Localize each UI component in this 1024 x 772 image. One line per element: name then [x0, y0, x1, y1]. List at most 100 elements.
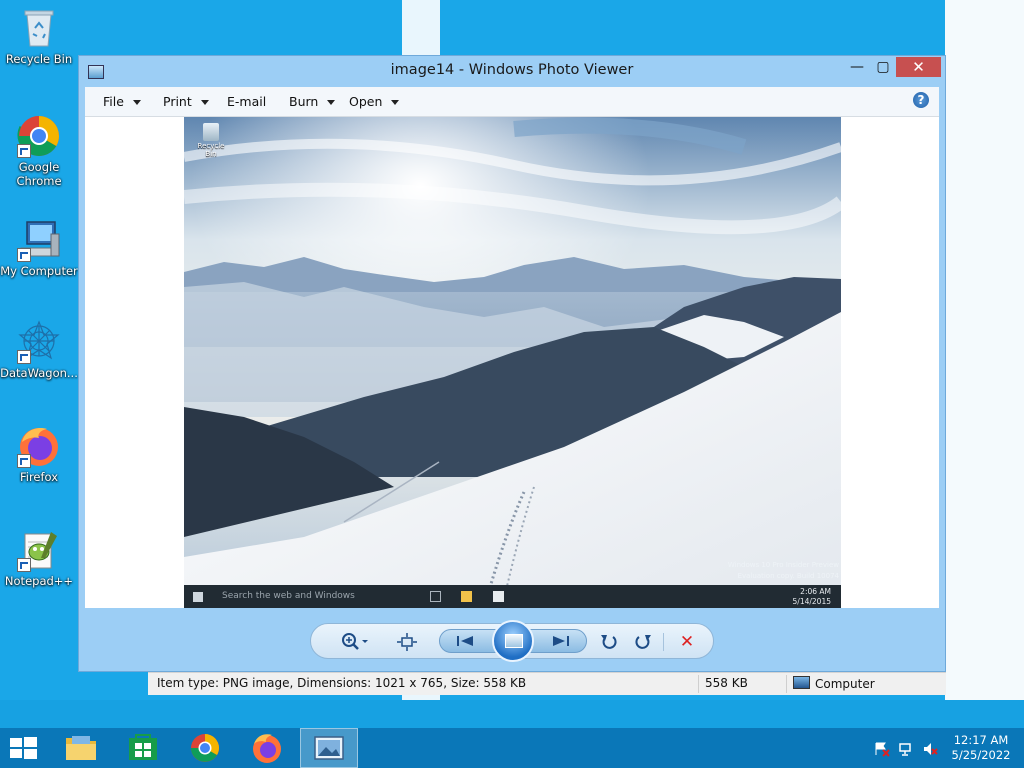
close-button[interactable]: ✕ [896, 57, 941, 77]
windows-logo-icon [10, 738, 22, 747]
photo-recycle-bin: Recycle Bin [194, 123, 228, 158]
menu-burn[interactable]: Burn [289, 94, 336, 109]
actual-size-icon[interactable] [395, 632, 419, 652]
status-file-size: 558 KB [705, 676, 748, 690]
minimize-button[interactable]: — [844, 57, 870, 77]
taskbar-firefox[interactable] [238, 728, 296, 768]
notepadpp-icon [17, 528, 61, 572]
menu-label: Print [163, 94, 192, 109]
desktop-icon-notepadpp[interactable]: Notepad++ [0, 528, 78, 588]
window-title: image14 - Windows Photo Viewer [390, 62, 634, 78]
watermark-line: Windows 10 Pro Insider Preview [727, 561, 839, 569]
displayed-photo: Recycle Bin Windows 10 Pro Insider Previ… [184, 117, 841, 608]
photo-clock-date: 5/14/2015 [792, 597, 831, 606]
wallpaper-edge [945, 0, 1024, 728]
rotate-clockwise-icon[interactable] [631, 632, 655, 652]
menu-label: E-mail [227, 94, 267, 109]
taskbar: 12:17 AM 5/25/2022 [0, 728, 1024, 768]
photo-viewer-window[interactable]: image14 - Windows Photo Viewer — ▢ ✕ Fil… [78, 55, 946, 672]
taskbar-google-chrome[interactable] [176, 728, 234, 768]
recycle-bin-icon [203, 123, 219, 141]
zoom-icon[interactable] [339, 632, 371, 652]
previous-icon[interactable] [452, 631, 478, 651]
photo-clock: 2:06 AM 5/14/2015 [793, 587, 831, 607]
landscape-image [184, 117, 841, 608]
desktop-icon-recycle-bin[interactable]: Recycle Bin [0, 6, 78, 66]
task-view-icon [430, 591, 441, 602]
menu-open[interactable]: Open [349, 94, 400, 109]
datawagon-icon [17, 320, 61, 364]
chevron-down-icon [132, 100, 141, 105]
folder-icon [461, 591, 472, 602]
delete-icon[interactable]: ✕ [675, 632, 699, 652]
image-viewport[interactable]: Recycle Bin Windows 10 Pro Insider Previ… [85, 117, 939, 608]
help-icon[interactable]: ? [913, 92, 929, 108]
clock-time: 12:17 AM [953, 733, 1009, 747]
menu-bar: File Print E-mail Burn Open ? [85, 87, 939, 117]
action-center-icon[interactable] [874, 741, 890, 757]
volume-muted-icon[interactable] [922, 741, 938, 755]
desktop-icon-label: Recycle Bin [5, 52, 73, 66]
chevron-down-icon [391, 100, 400, 105]
menu-label: File [103, 94, 124, 109]
desktop-icon-label: Firefox [19, 470, 59, 484]
rotate-counterclockwise-icon[interactable] [597, 632, 621, 652]
clock-date: 5/25/2022 [951, 748, 1011, 762]
recycle-bin-icon [17, 6, 61, 50]
menu-email[interactable]: E-mail [227, 94, 266, 109]
network-icon[interactable] [898, 741, 912, 756]
windows-logo-pane [24, 737, 37, 747]
status-divider [698, 675, 699, 693]
menu-label: Open [349, 94, 383, 109]
desktop-icon-my-computer[interactable]: My Computer [0, 218, 78, 278]
next-icon[interactable] [548, 631, 574, 651]
status-divider [786, 675, 787, 693]
desktop-icon-datawagon[interactable]: DataWagon... [0, 320, 78, 380]
desktop-icon-firefox[interactable]: Firefox [0, 424, 78, 484]
menu-print[interactable]: Print [163, 94, 209, 109]
desktop-icon-google-chrome[interactable]: Google Chrome [0, 114, 78, 188]
shortcut-arrow-icon [17, 248, 31, 262]
taskbar-store[interactable] [114, 728, 172, 768]
computer-icon [793, 676, 810, 689]
start-button[interactable] [8, 737, 38, 759]
firefox-icon [253, 734, 281, 763]
slideshow-icon [505, 634, 523, 648]
taskbar-photo-viewer[interactable] [300, 728, 358, 768]
watermark-line: Evaluation copy. Build 10074 [737, 572, 839, 580]
folder-icon [66, 736, 96, 760]
photo-viewer-icon [314, 736, 344, 760]
windows-logo-pane [24, 749, 37, 759]
chrome-icon [17, 114, 61, 158]
playback-controls: ✕ [310, 620, 714, 662]
photo-search-text: Search the web and Windows [222, 591, 355, 601]
shortcut-arrow-icon [17, 144, 31, 158]
store-icon [129, 734, 157, 760]
title-bar[interactable]: image14 - Windows Photo Viewer — ▢ ✕ [79, 56, 945, 86]
store-icon [493, 591, 504, 602]
status-location-label: Computer [815, 677, 875, 691]
maximize-button[interactable]: ▢ [870, 57, 896, 77]
menu-label: Burn [289, 94, 319, 109]
shortcut-arrow-icon [17, 350, 31, 364]
slideshow-button[interactable] [492, 620, 534, 662]
toolbar-separator [663, 633, 664, 651]
desktop-icon-label: My Computer [0, 264, 78, 278]
windows-logo-pane [10, 749, 22, 758]
chevron-down-icon [327, 100, 336, 105]
taskbar-file-explorer[interactable] [52, 728, 110, 768]
photo-clock-time: 2:06 AM [800, 587, 831, 596]
wallpaper-bottom [0, 700, 1024, 728]
taskbar-clock[interactable]: 12:17 AM 5/25/2022 [946, 733, 1016, 763]
chrome-icon [191, 734, 219, 762]
menu-file[interactable]: File [103, 94, 141, 109]
computer-icon [17, 218, 61, 262]
status-location: Computer [793, 676, 875, 691]
firefox-icon [17, 424, 61, 468]
chevron-down-icon [200, 100, 209, 105]
desktop-icon-label: DataWagon... [0, 366, 78, 380]
shortcut-arrow-icon [17, 454, 31, 468]
shortcut-arrow-icon [17, 558, 31, 572]
status-bar: Item type: PNG image, Dimensions: 1021 x… [148, 672, 946, 695]
photo-watermark: Windows 10 Pro Insider Preview Evaluatio… [728, 560, 839, 582]
